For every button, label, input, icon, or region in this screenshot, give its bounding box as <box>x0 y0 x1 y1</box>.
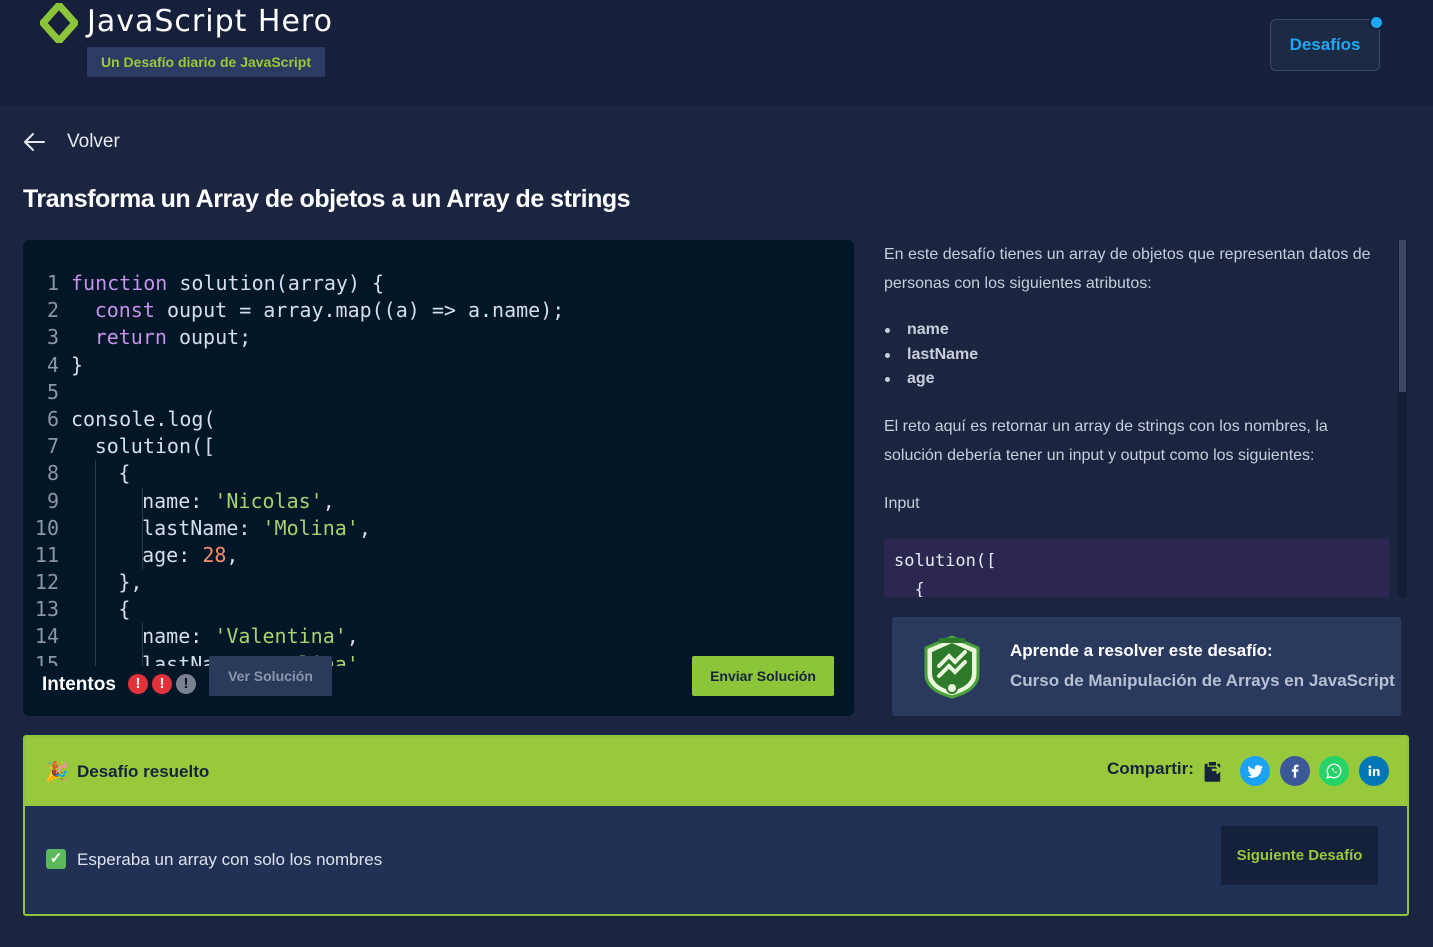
code-line[interactable]: 5 <box>23 379 835 406</box>
desafios-button[interactable]: Desafíos <box>1270 19 1380 71</box>
indent-guide <box>94 541 96 570</box>
description-scrollbar-thumb[interactable] <box>1399 240 1406 392</box>
line-number: 4 <box>46 352 59 377</box>
line-number: 1 <box>46 271 59 295</box>
code-text: name: 'Nicolas', <box>142 488 335 513</box>
code-line[interactable]: 9 name: 'Nicolas', <box>23 487 835 515</box>
line-number: 13 <box>34 597 59 622</box>
code-line[interactable]: 7 solution([ <box>23 433 835 460</box>
code-line[interactable]: 2 const ouput = array.map((a) => a.name); <box>23 297 835 324</box>
challenge-title: Transforma un Array de objetos a un Arra… <box>23 185 631 213</box>
code-line[interactable]: 12}, <box>23 569 835 597</box>
line-number: 12 <box>34 570 59 595</box>
app-title[interactable]: JavaScript Hero <box>87 4 333 39</box>
line-number: 6 <box>46 406 59 431</box>
line-number: 7 <box>46 434 59 459</box>
check-icon: ✓ <box>46 849 66 869</box>
notification-dot <box>1369 15 1384 30</box>
code-line[interactable]: 8{ <box>23 460 835 488</box>
attempt-failed-icon: ! <box>128 674 148 694</box>
attribute-item: age <box>884 367 1389 392</box>
indent-guide <box>94 596 96 624</box>
result-header: 🎉 Desafío resuelto Compartir: <box>25 737 1407 806</box>
app-subtitle-badge: Un Desafío diario de JavaScript <box>87 47 325 77</box>
attribute-list: name lastName age <box>884 318 1389 392</box>
code-line[interactable]: 14 name: 'Valentina', <box>23 623 835 651</box>
code-text: solution([ <box>94 434 216 459</box>
back-link[interactable]: Volver <box>22 128 120 156</box>
line-number: 3 <box>46 325 59 350</box>
indent-guide <box>94 460 96 488</box>
result-panel: 🎉 Desafío resuelto Compartir: ✓ Esperaba… <box>23 735 1409 916</box>
line-number: 5 <box>46 379 59 404</box>
whatsapp-icon[interactable] <box>1319 756 1349 786</box>
indent-guide <box>94 487 96 515</box>
attempt-remaining-icon: ! <box>176 674 196 694</box>
code-text: }, <box>118 570 143 595</box>
code-line[interactable]: 10 lastName: 'Molina', <box>23 514 835 542</box>
code-line[interactable]: 11 age: 28, <box>23 541 835 570</box>
line-number: 2 <box>46 298 59 323</box>
code-line[interactable]: 4} <box>23 352 835 379</box>
back-label: Volver <box>67 131 120 152</box>
description-task: El reto aquí es retornar un array de str… <box>884 417 1328 464</box>
line-number: 10 <box>34 515 59 540</box>
description-intro: En este desafío tienes un array de objet… <box>884 246 1371 292</box>
code-line[interactable]: 1 function solution(array) { <box>23 270 835 297</box>
facebook-icon[interactable] <box>1280 756 1310 786</box>
editor-footer: Intentos ! ! ! Ver Solución Enviar Soluc… <box>23 650 854 716</box>
input-code-block: solution([ { <box>884 538 1389 597</box>
indent-guide <box>94 623 96 651</box>
course-badge-icon <box>924 635 980 699</box>
indent-guide <box>94 514 96 542</box>
code-text: return ouput; <box>94 325 252 350</box>
code-area[interactable]: 1 function solution(array) { 2 const ouput … <box>23 270 835 666</box>
attribute-item: name <box>884 318 1389 343</box>
top-header: JavaScript Hero Un Desafío diario de Jav… <box>0 0 1433 106</box>
code-text: function solution(array) { <box>71 271 385 295</box>
code-line[interactable]: 3 return ouput; <box>23 324 835 351</box>
course-link[interactable]: Curso de Manipulación de Arrays en JavaS… <box>1010 671 1395 691</box>
line-number: 9 <box>46 488 59 513</box>
result-message: Esperaba un array con solo los nombres <box>77 850 383 869</box>
twitter-icon[interactable] <box>1240 756 1270 786</box>
code-text: const ouput = array.map((a) => a.name); <box>94 298 565 323</box>
line-number: 8 <box>46 461 59 486</box>
code-text: { <box>118 461 131 486</box>
ver-solucion-button[interactable]: Ver Solución <box>209 656 332 696</box>
attempts-label: Intentos <box>42 674 116 695</box>
course-title: Aprende a resolver este desafío: <box>1010 641 1273 660</box>
result-title: Desafío resuelto <box>77 762 210 781</box>
siguiente-desafio-button[interactable]: Siguiente Desafío <box>1221 826 1378 885</box>
input-label: Input <box>884 494 920 512</box>
code-text: { <box>118 597 131 622</box>
code-text: age: 28, <box>142 542 239 567</box>
logo-icon[interactable] <box>40 3 78 43</box>
code-line[interactable]: 13 { <box>23 596 835 624</box>
code-text: } <box>71 352 84 377</box>
code-text: name: 'Valentina', <box>142 624 359 649</box>
line-number: 11 <box>34 542 59 567</box>
course-card[interactable]: Aprende a resolver este desafío: Curso d… <box>892 617 1401 716</box>
enviar-solucion-button[interactable]: Enviar Solución <box>692 656 834 696</box>
challenge-description[interactable]: En este desafío tienes un array de objet… <box>884 240 1389 597</box>
indent-guide <box>94 569 96 597</box>
attribute-item: lastName <box>884 343 1389 368</box>
clipboard-icon[interactable] <box>1198 756 1228 786</box>
code-text: console.log( <box>71 406 216 431</box>
code-editor[interactable]: 1 function solution(array) { 2 const ouput … <box>23 240 854 716</box>
party-popper-icon: 🎉 <box>45 762 69 783</box>
share-label: Compartir: <box>1107 759 1194 778</box>
linkedin-icon[interactable] <box>1359 756 1389 786</box>
attempt-failed-icon: ! <box>152 674 172 694</box>
arrow-left-icon <box>24 133 45 151</box>
line-number: 14 <box>34 624 59 649</box>
code-text: lastName: 'Molina', <box>142 515 371 540</box>
code-line[interactable]: 6 console.log( <box>23 406 835 433</box>
